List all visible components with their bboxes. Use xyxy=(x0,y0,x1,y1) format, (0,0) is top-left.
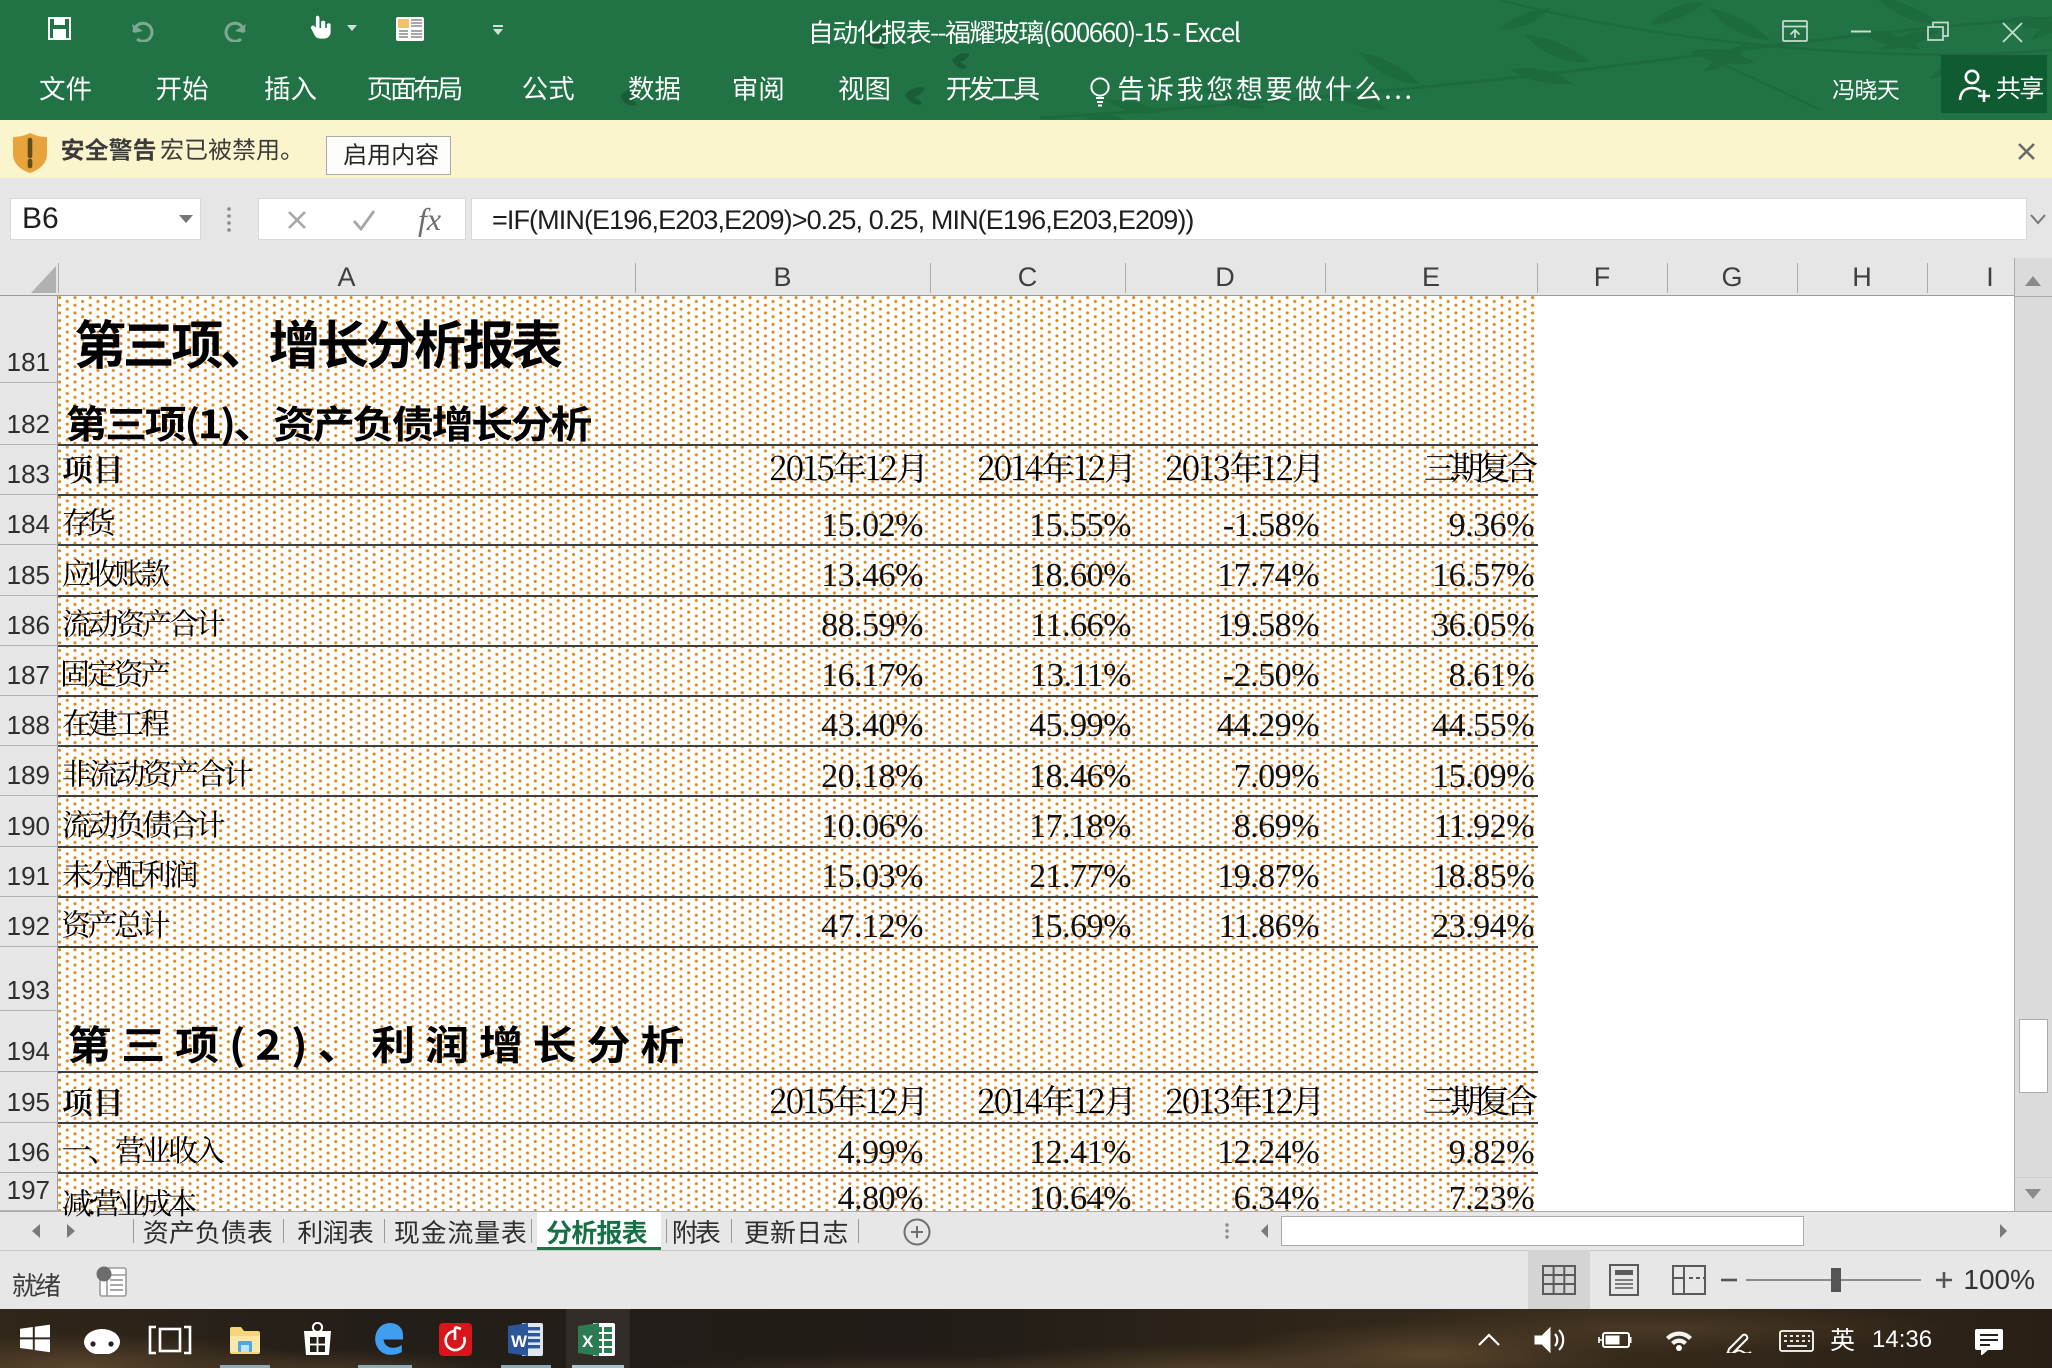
svg-text:W: W xyxy=(511,1332,528,1351)
